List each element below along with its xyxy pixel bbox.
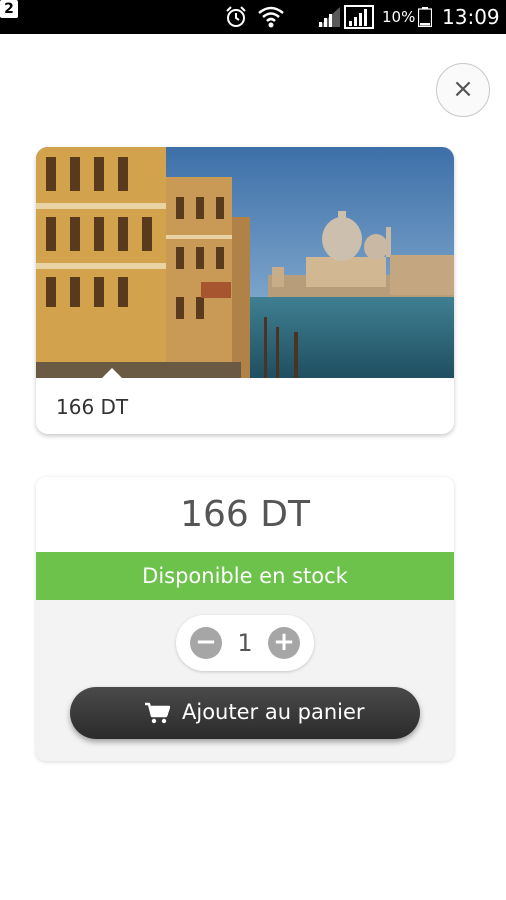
cart-icon (145, 702, 170, 724)
product-image-card[interactable]: 166 DT (36, 147, 454, 434)
battery-icon (418, 7, 432, 27)
plus-icon: + (273, 627, 295, 657)
product-price: 166 DT (180, 494, 310, 535)
signal-icon-2 (344, 5, 374, 29)
minus-icon: − (195, 627, 217, 657)
close-icon: × (452, 74, 474, 104)
purchase-card: 166 DT Disponible en stock − 1 + Ajouter… (36, 477, 454, 761)
status-bar: 2 10% 13:09 (0, 0, 506, 34)
add-to-cart-button[interactable]: Ajouter au panier (70, 687, 420, 739)
stock-status-badge: Disponible en stock (36, 552, 454, 600)
signal-icon (318, 7, 340, 27)
quantity-value[interactable]: 1 (226, 627, 264, 659)
price-area: 166 DT (36, 477, 454, 552)
image-caption-pointer (102, 368, 122, 378)
quantity-stepper: − 1 + (176, 615, 314, 671)
battery-percent: 10% (382, 8, 416, 26)
decrement-button[interactable]: − (190, 627, 222, 659)
product-caption-price: 166 DT (56, 395, 129, 419)
sim-slot-badge: 2 (0, 0, 18, 18)
product-photo (36, 147, 454, 378)
increment-button[interactable]: + (268, 627, 300, 659)
clock-time: 13:09 (442, 5, 500, 29)
alarm-icon (226, 6, 246, 27)
wifi-icon (258, 6, 284, 28)
close-button[interactable]: × (436, 63, 490, 117)
add-to-cart-label: Ajouter au panier (182, 700, 365, 724)
